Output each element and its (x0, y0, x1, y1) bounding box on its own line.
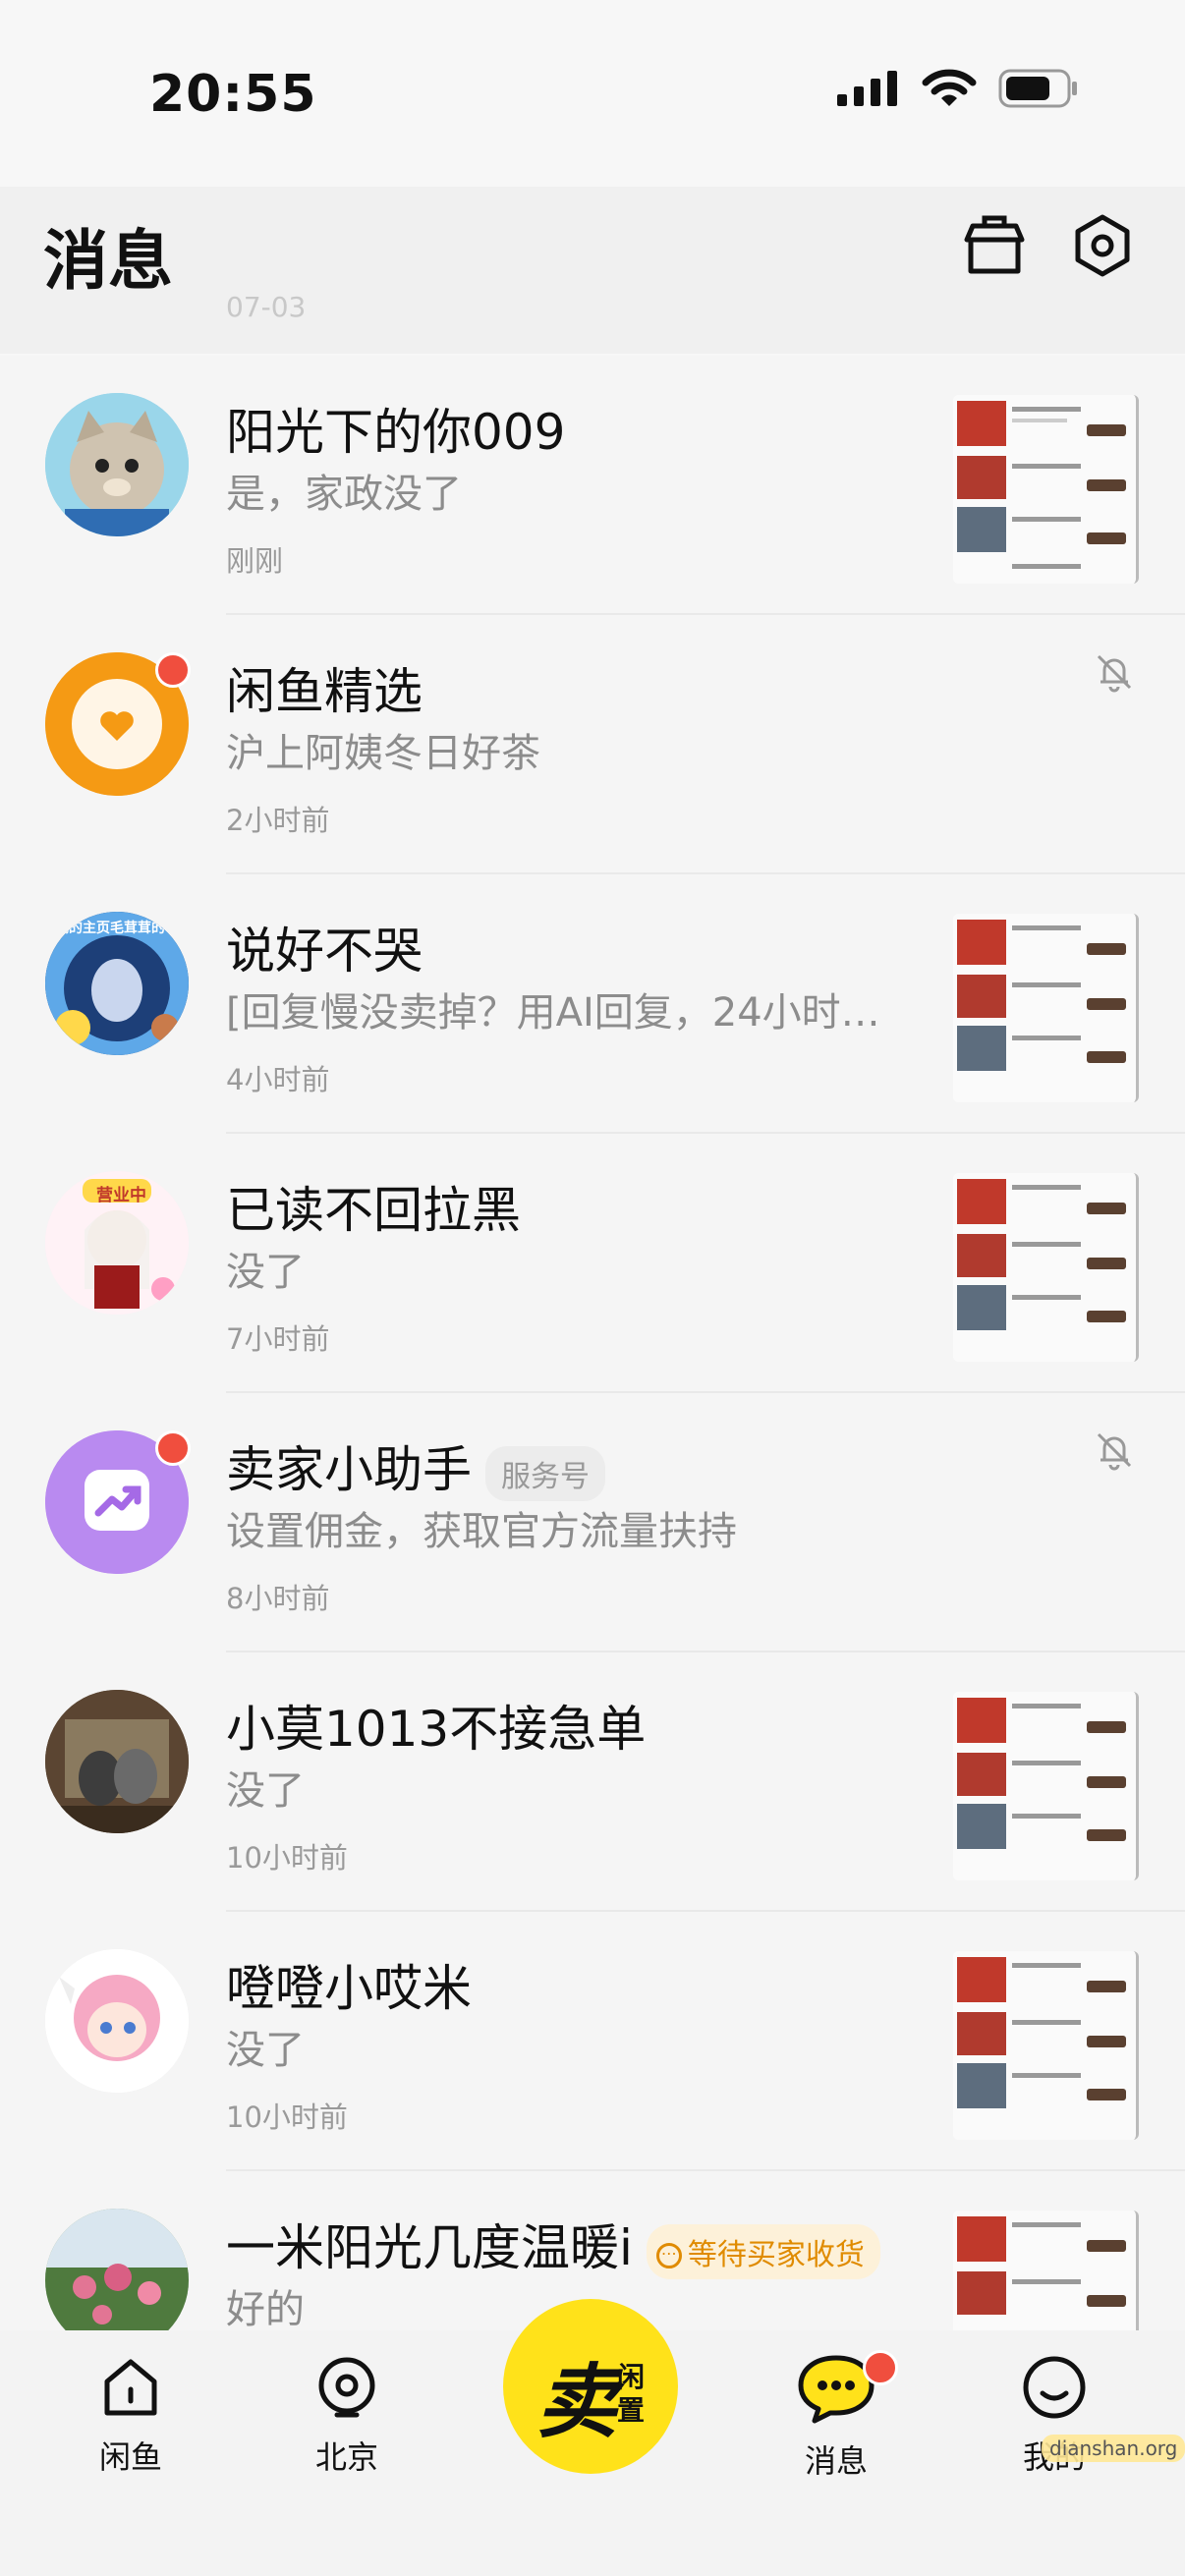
unread-dot (155, 652, 191, 688)
conversation-name: 小莫1013不接急单 (226, 1701, 647, 1758)
avatar[interactable] (45, 1690, 189, 1833)
watermark-text: dianshan.org (1042, 2435, 1185, 2462)
conversation-name: 闲鱼精选 (226, 663, 423, 720)
ellipsis-circle-icon: ⋯ (655, 2243, 682, 2268)
product-thumbnail[interactable] (953, 395, 1139, 584)
conversation-preview: 没了 (226, 1768, 305, 1814)
tab-location[interactable]: 北京 (273, 2354, 421, 2478)
sell-sub-text-2: 置 (617, 2394, 646, 2427)
conversation-time: 7小时前 (226, 1322, 330, 1356)
shop-bag-icon (964, 215, 1025, 274)
conversation-preview: [回复慢没卖掉？用AI回复，24小时… (226, 990, 880, 1036)
status-time: 20:55 (149, 65, 317, 124)
bottom-tab-bar: 闲鱼 北京 卖 闲 置 消息 我的 (0, 2299, 1185, 2576)
conversation-name: 说好不哭 (226, 923, 423, 980)
home-icon (104, 2359, 157, 2416)
unread-dot (155, 1430, 191, 1466)
conversation-name-text: 卖家小助手 (226, 1441, 472, 1498)
conversation-name: 一米阳光几度温暖i ⋯ 等待买家收货 (226, 2209, 880, 2279)
tab-home-label: 闲鱼 (98, 2438, 162, 2476)
avatar-banner-text: 我的主页毛茸茸的 (55, 921, 165, 936)
conversation-row[interactable]: 闲鱼精选 沪上阿姨冬日好茶 2小时前 (0, 615, 1185, 874)
conversation-preview: 没了 (226, 2028, 305, 2073)
pink-hair-girl-avatar-image (45, 1949, 189, 2093)
conversation-row[interactable]: 营业中 已读不回拉黑 没了 7小时前 (0, 1134, 1185, 1393)
conversation-row[interactable]: 小莫1013不接急单 没了 10小时前 (0, 1652, 1185, 1912)
conversation-time: 2小时前 (226, 804, 330, 837)
signal-icon (837, 71, 897, 106)
messages-unread-dot (863, 2350, 898, 2385)
smiley-face-icon (1023, 2356, 1086, 2419)
product-thumbnail[interactable] (953, 1951, 1139, 2140)
conversation-row[interactable]: 我的主页毛茸茸的 说好不哭 [回复慢没卖掉？用AI回复，24小时… 4小时前 (0, 874, 1185, 1134)
avatar[interactable]: 我的主页毛茸茸的 (45, 912, 189, 1055)
product-listing-image (953, 914, 1136, 1102)
conversation-time: 4小时前 (226, 1063, 330, 1096)
conversation-name: 阳光下的你009 (226, 404, 566, 461)
scrolled-timestamp: 07-03 (226, 291, 307, 323)
conversation-name: 已读不回拉黑 (226, 1182, 521, 1239)
service-account-tag: 服务号 (485, 1445, 605, 1501)
conversation-preview: 沪上阿姨冬日好茶 (226, 731, 540, 776)
product-thumbnail[interactable] (953, 1692, 1139, 1880)
status-bar: 20:55 (0, 0, 1185, 187)
product-thumbnail[interactable] (953, 1173, 1139, 1362)
tab-home[interactable]: 闲鱼 (57, 2354, 204, 2478)
page-title: 消息 (43, 223, 173, 299)
product-listing-image (953, 2211, 1136, 2330)
battery-icon (998, 69, 1077, 108)
conversation-preview: 没了 (226, 1250, 305, 1295)
settings-button[interactable] (1069, 212, 1136, 279)
tab-location-label: 北京 (314, 2438, 378, 2476)
shop-button[interactable] (961, 212, 1028, 279)
sell-button[interactable]: 卖 闲 置 (503, 2299, 678, 2474)
conversation-name: 噔噔小哎米 (226, 1960, 472, 2017)
avatar[interactable] (45, 393, 189, 536)
conversation-row[interactable]: 卖家小助手 服务号 设置佣金，获取官方流量扶持 8小时前 (0, 1393, 1185, 1652)
avatar[interactable]: 营业中 (45, 1171, 189, 1315)
tab-messages[interactable]: 消息 (762, 2350, 910, 2482)
conversation-row[interactable]: 噔噔小哎米 没了 10小时前 (0, 1912, 1185, 2171)
conversation-preview: 设置佣金，获取官方流量扶持 (226, 1509, 737, 1554)
order-status-tag: ⋯ 等待买家收货 (646, 2223, 880, 2279)
cat-astronaut-avatar-image (45, 393, 189, 536)
sell-main-text: 卖 (536, 2356, 617, 2449)
conversation-name-text: 一米阳光几度温暖i (226, 2219, 633, 2276)
location-pin-icon (318, 2357, 375, 2418)
product-listing-image (953, 395, 1136, 584)
conversation-time: 8小时前 (226, 1582, 330, 1615)
product-thumbnail[interactable] (953, 914, 1139, 1102)
conversation-time: 10小时前 (226, 2100, 348, 2134)
avatar-badge-text: 营业中 (96, 1186, 146, 1205)
conversation-list[interactable]: 阳光下的你009 是，家政没了 刚刚 闲鱼精选 沪上阿姨冬日好茶 2小时前 我的… (0, 356, 1185, 2330)
status-icons (837, 69, 1079, 108)
order-status-text: 等待买家收货 (687, 2237, 865, 2272)
conversation-time: 刚刚 (226, 544, 284, 578)
tab-messages-label: 消息 (804, 2442, 868, 2480)
avatar[interactable] (45, 1949, 189, 2093)
conversation-row[interactable]: 阳光下的你009 是，家政没了 刚刚 (0, 356, 1185, 615)
settings-hexagon-icon (1075, 214, 1130, 277)
product-listing-image (953, 1692, 1136, 1880)
mute-bell-icon (1091, 1427, 1138, 1474)
conversation-name: 卖家小助手 服务号 (226, 1430, 605, 1501)
mute-bell-icon (1091, 648, 1138, 696)
conversation-time: 10小时前 (226, 1841, 348, 1875)
avatar[interactable] (45, 2209, 189, 2330)
product-listing-image (953, 1951, 1136, 2140)
product-thumbnail[interactable] (953, 2211, 1139, 2330)
wifi-icon (922, 69, 977, 106)
cartoon-cats-avatar-image (45, 1690, 189, 1833)
roses-garden-avatar-image (45, 2209, 189, 2330)
header: 消息 (0, 187, 1185, 354)
conversation-preview: 是，家政没了 (226, 472, 462, 517)
product-listing-image (953, 1173, 1136, 1362)
